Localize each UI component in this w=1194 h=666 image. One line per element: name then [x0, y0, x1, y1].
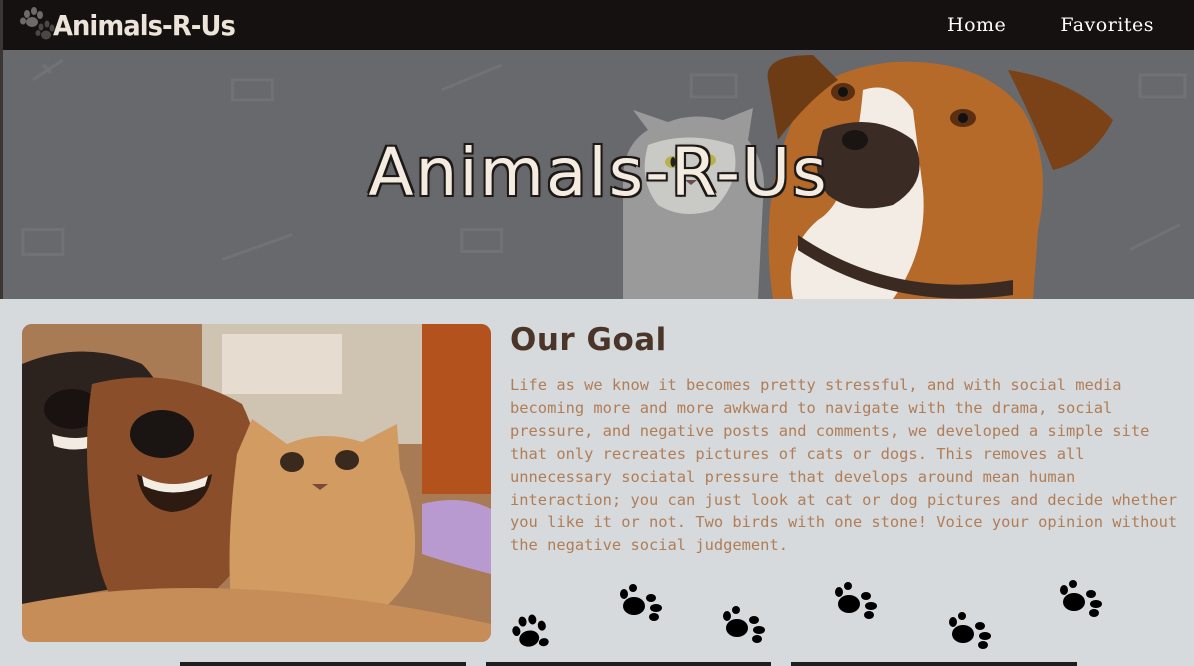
paw-print-icon: [1060, 580, 1102, 617]
nav-link-home[interactable]: Home: [947, 14, 1006, 36]
paw-print-icon: [620, 584, 662, 621]
hero-title: Animals-R-Us: [367, 133, 829, 212]
nav-links: Home Favorites: [893, 0, 1154, 50]
hero-banner: Animals-R-Us: [0, 50, 1194, 299]
brand-logo[interactable]: Animals-R-Us: [17, 2, 251, 48]
paw-print-icon: [20, 7, 55, 40]
goal-heading: Our Goal: [510, 322, 667, 358]
animals-selfie-photo: [22, 324, 491, 642]
gallery-card[interactable]: [486, 662, 771, 666]
paw-print-icon: [512, 614, 549, 647]
paw-print-icon: [723, 606, 765, 643]
gallery-card[interactable]: [791, 662, 1077, 666]
goal-description: Life as we know it becomes pretty stress…: [510, 376, 1178, 555]
nav-link-favorites[interactable]: Favorites: [1060, 14, 1154, 36]
gallery-card[interactable]: [180, 662, 466, 666]
brand-name: Animals-R-Us: [53, 8, 236, 42]
paw-print-icon: [949, 612, 991, 649]
paw-print-icon: [835, 582, 877, 619]
navbar: Animals-R-Us Home Favorites: [0, 0, 1194, 50]
